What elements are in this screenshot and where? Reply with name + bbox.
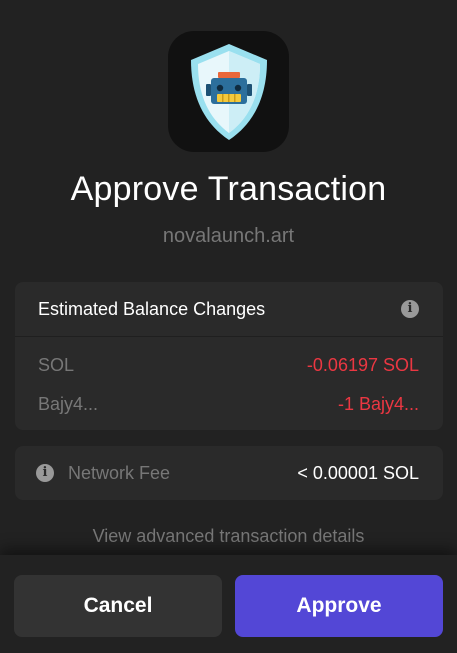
balance-row-value: -1 Bajy4... (337, 394, 419, 414)
balance-changes-card: Estimated Balance Changes i SOL -0.06197… (15, 282, 443, 430)
balance-row-label: Bajy4... (38, 394, 99, 414)
approve-button[interactable]: Approve (235, 575, 443, 637)
info-icon[interactable]: i (36, 464, 54, 482)
network-fee-label: Network Fee (68, 462, 171, 483)
info-icon[interactable]: i (401, 300, 419, 318)
advanced-details-link[interactable]: View advanced transaction details (0, 526, 457, 547)
balance-changes-header: Estimated Balance Changes i (15, 282, 443, 337)
balance-row-value: -0.06197 SOL (306, 355, 419, 375)
balance-row-label: SOL (38, 355, 75, 375)
requesting-domain: novalaunch.art (162, 225, 295, 247)
balance-changes-heading: Estimated Balance Changes (38, 298, 266, 319)
app-logo (168, 31, 289, 152)
network-fee-value: < 0.00001 SOL (297, 462, 419, 483)
shield-robot-icon (190, 43, 267, 140)
balance-row-token: Bajy4... -1 Bajy4... (15, 385, 443, 424)
balance-row-sol: SOL -0.06197 SOL (15, 346, 443, 385)
network-fee-card: i Network Fee < 0.00001 SOL (15, 446, 443, 500)
cancel-button[interactable]: Cancel (14, 575, 222, 637)
action-footer: Cancel Approve (0, 555, 457, 653)
page-title: Approve Transaction (70, 170, 387, 208)
